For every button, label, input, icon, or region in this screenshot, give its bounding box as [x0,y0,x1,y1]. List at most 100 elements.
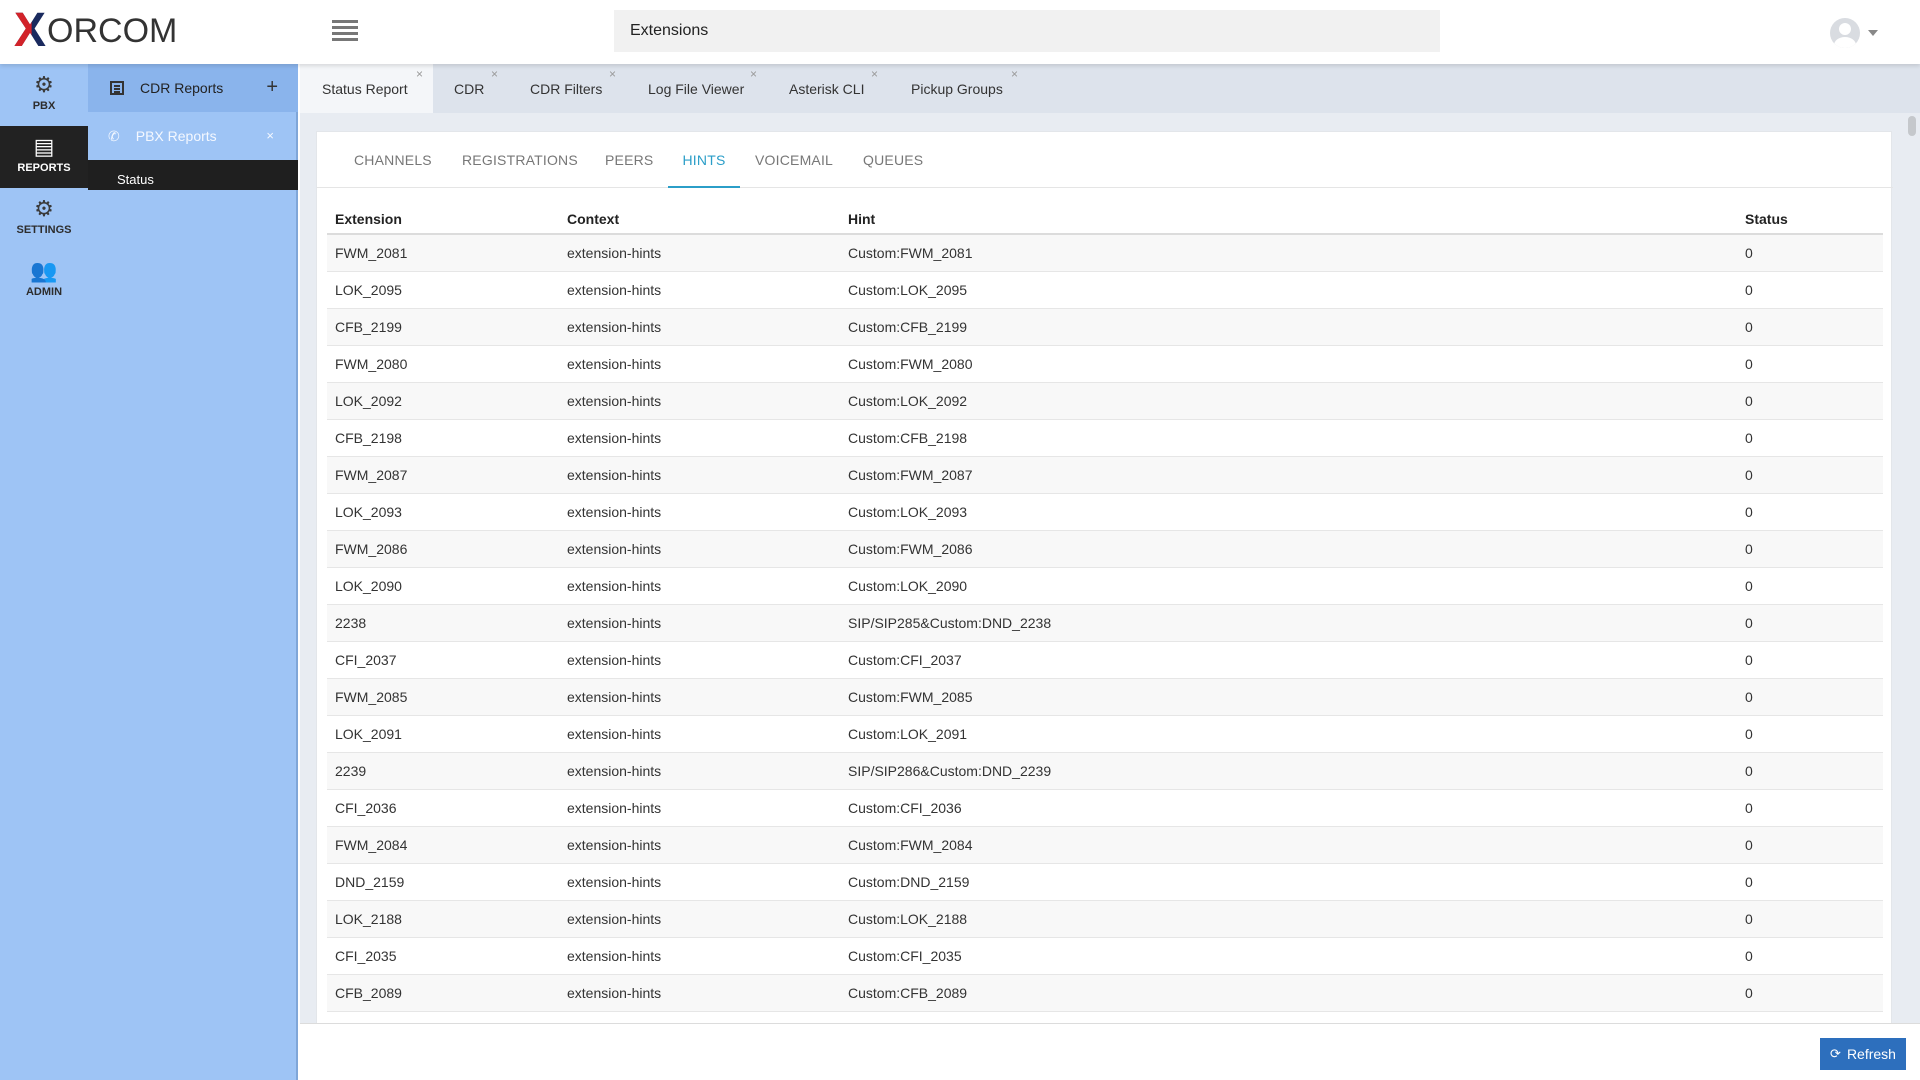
scrollbar-thumb[interactable] [1908,116,1916,136]
table-row[interactable]: FWM_2087 extension-hints Custom:FWM_2087 0 [327,456,1883,494]
tab-label: CDR [454,81,485,97]
cell-status: 0 [1737,678,1883,716]
table-row[interactable]: FWM_2081 extension-hints Custom:FWM_2081 0 [327,234,1883,272]
subnav-item-label: PBX Reports [135,128,217,144]
close-icon[interactable]: × [416,68,423,80]
cell-hint: Custom:LOK_2090 [840,567,1737,605]
table-row[interactable]: CFB_2089 extension-hints Custom:CFB_2089 0 [327,974,1883,1012]
table-row[interactable]: FWM_2080 extension-hints Custom:FWM_2080 0 [327,345,1883,383]
cell-status: 0 [1737,530,1883,568]
tab-cdr-filters[interactable]: CDR Filters × [512,64,630,113]
tab-label: Asterisk CLI [789,81,865,97]
cell-status: 0 [1737,567,1883,605]
close-icon[interactable]: × [491,68,498,80]
user-menu[interactable] [1830,18,1878,48]
table-row[interactable]: CFB_2198 extension-hints Custom:CFB_2198 0 [327,419,1883,457]
subtab-channels[interactable]: CHANNELS [354,132,432,188]
table-row[interactable]: LOK_2090 extension-hints Custom:LOK_2090 0 [327,567,1883,605]
column-header-hint[interactable]: Hint [840,204,1737,235]
column-header-extension[interactable]: Extension [327,204,559,235]
tab-label: CDR Filters [530,81,603,97]
tab-log-file-viewer[interactable]: Log File Viewer × [630,64,766,113]
tab-pickup-groups[interactable]: Pickup Groups × [891,64,1031,113]
table-row[interactable]: FWM_2084 extension-hints Custom:FWM_2084 0 [327,826,1883,864]
cell-context: extension-hints [559,863,840,901]
add-icon[interactable]: + [266,76,278,99]
table-row[interactable]: 2238 extension-hints SIP/SIP285&Custom:DND… [327,604,1883,642]
close-icon[interactable]: × [750,68,757,80]
rail-item-label: SETTINGS [16,224,72,236]
table-row[interactable]: CFB_2199 extension-hints Custom:CFB_2199 0 [327,308,1883,346]
close-icon[interactable]: × [871,68,878,80]
table-row[interactable]: CFI_2035 extension-hints Custom:CFI_2035 0 [327,937,1883,975]
tab-label: Status Report [322,81,408,97]
chevron-down-icon [1868,30,1878,36]
subnav-item-pbx-reports[interactable]: ✆ PBX Reports × [88,112,298,160]
cell-extension: 2239 [327,752,559,790]
cell-extension: FWM_2084 [327,826,559,864]
logo-text: ORCOM [47,11,178,50]
cell-hint: Custom:LOK_2188 [840,900,1737,938]
cell-context: extension-hints [559,345,840,383]
subtab-hints[interactable]: HINTS [668,132,740,188]
cell-hint: Custom:CFB_2089 [840,974,1737,1012]
rail-item-pbx[interactable]: ⚙ PBX [0,64,88,126]
table-row[interactable]: CFI_2036 extension-hints Custom:CFI_2036 0 [327,789,1883,827]
table-row[interactable]: LOK_2093 extension-hints Custom:LOK_2093 0 [327,493,1883,531]
table-row[interactable]: LOK_2092 extension-hints Custom:LOK_2092 0 [327,382,1883,420]
tab-asterisk-cli[interactable]: Asterisk CLI × [766,64,891,113]
subtab-queues[interactable]: QUEUES [863,132,923,188]
xorcom-logo[interactable]: XX ORCOM [14,7,178,55]
subtab-voicemail[interactable]: VOICEMAIL [755,132,833,188]
rail-item-admin[interactable]: 👥 ADMIN [0,250,88,312]
cell-status: 0 [1737,493,1883,531]
gear-icon: ⚙ [34,72,54,97]
cell-context: extension-hints [559,900,840,938]
cell-status: 0 [1737,752,1883,790]
refresh-button[interactable]: ⟳ Refresh [1820,1038,1906,1070]
cell-status: 0 [1737,826,1883,864]
cell-status: 0 [1737,937,1883,975]
table-row[interactable]: CFI_2037 extension-hints Custom:CFI_2037 0 [327,641,1883,679]
rail-item-settings[interactable]: ⚙ SETTINGS [0,188,88,250]
subnav-group-cdr-reports[interactable]: CDR Reports + [88,64,298,112]
cell-extension: LOK_2090 [327,567,559,605]
subtab-registrations[interactable]: REGISTRATIONS [462,132,578,188]
tab-status-report[interactable]: Status Report × [300,64,433,113]
cell-status: 0 [1737,345,1883,383]
close-icon[interactable]: × [1011,68,1018,80]
collapse-icon[interactable]: × [266,128,274,143]
table-row[interactable]: LOK_2095 extension-hints Custom:LOK_2095 0 [327,271,1883,309]
hints-table: Extension Context Hint Status FWM_2081 ex… [327,204,1883,1012]
cell-extension: CFB_2199 [327,308,559,346]
cell-status: 0 [1737,974,1883,1012]
cell-hint: Custom:CFB_2198 [840,419,1737,457]
tab-cdr[interactable]: CDR × [433,64,512,113]
close-icon[interactable]: × [609,68,616,80]
page-title-search[interactable]: Extensions [614,10,1440,52]
cell-hint: Custom:LOK_2091 [840,715,1737,753]
cell-hint: Custom:CFI_2035 [840,937,1737,975]
cell-context: extension-hints [559,419,840,457]
table-row[interactable]: DND_2159 extension-hints Custom:DND_2159 0 [327,863,1883,901]
subtab-peers[interactable]: PEERS [605,132,653,188]
cell-hint: Custom:FWM_2086 [840,530,1737,568]
subnav-item-status[interactable]: Status [88,160,298,190]
table-row[interactable]: LOK_2188 extension-hints Custom:LOK_2188 0 [327,900,1883,938]
column-header-context[interactable]: Context [559,204,840,235]
table-row[interactable]: 2239 extension-hints SIP/SIP286&Custom:DND… [327,752,1883,790]
cell-extension: FWM_2085 [327,678,559,716]
column-header-status[interactable]: Status [1737,204,1883,235]
cell-context: extension-hints [559,715,840,753]
list-menu-icon[interactable] [332,20,358,42]
cell-status: 0 [1737,715,1883,753]
rail-item-reports[interactable]: ▤ REPORTS [0,126,88,188]
top-bar: XX ORCOM Extensions [0,0,1920,64]
table-row[interactable]: LOK_2091 extension-hints Custom:LOK_2091 0 [327,715,1883,753]
users-icon: 👥 [30,258,58,283]
cell-extension: DND_2159 [327,863,559,901]
table-row[interactable]: FWM_2086 extension-hints Custom:FWM_2086 0 [327,530,1883,568]
cell-extension: 2238 [327,604,559,642]
table-row[interactable]: FWM_2085 extension-hints Custom:FWM_2085 0 [327,678,1883,716]
tab-label: Pickup Groups [911,81,1003,97]
